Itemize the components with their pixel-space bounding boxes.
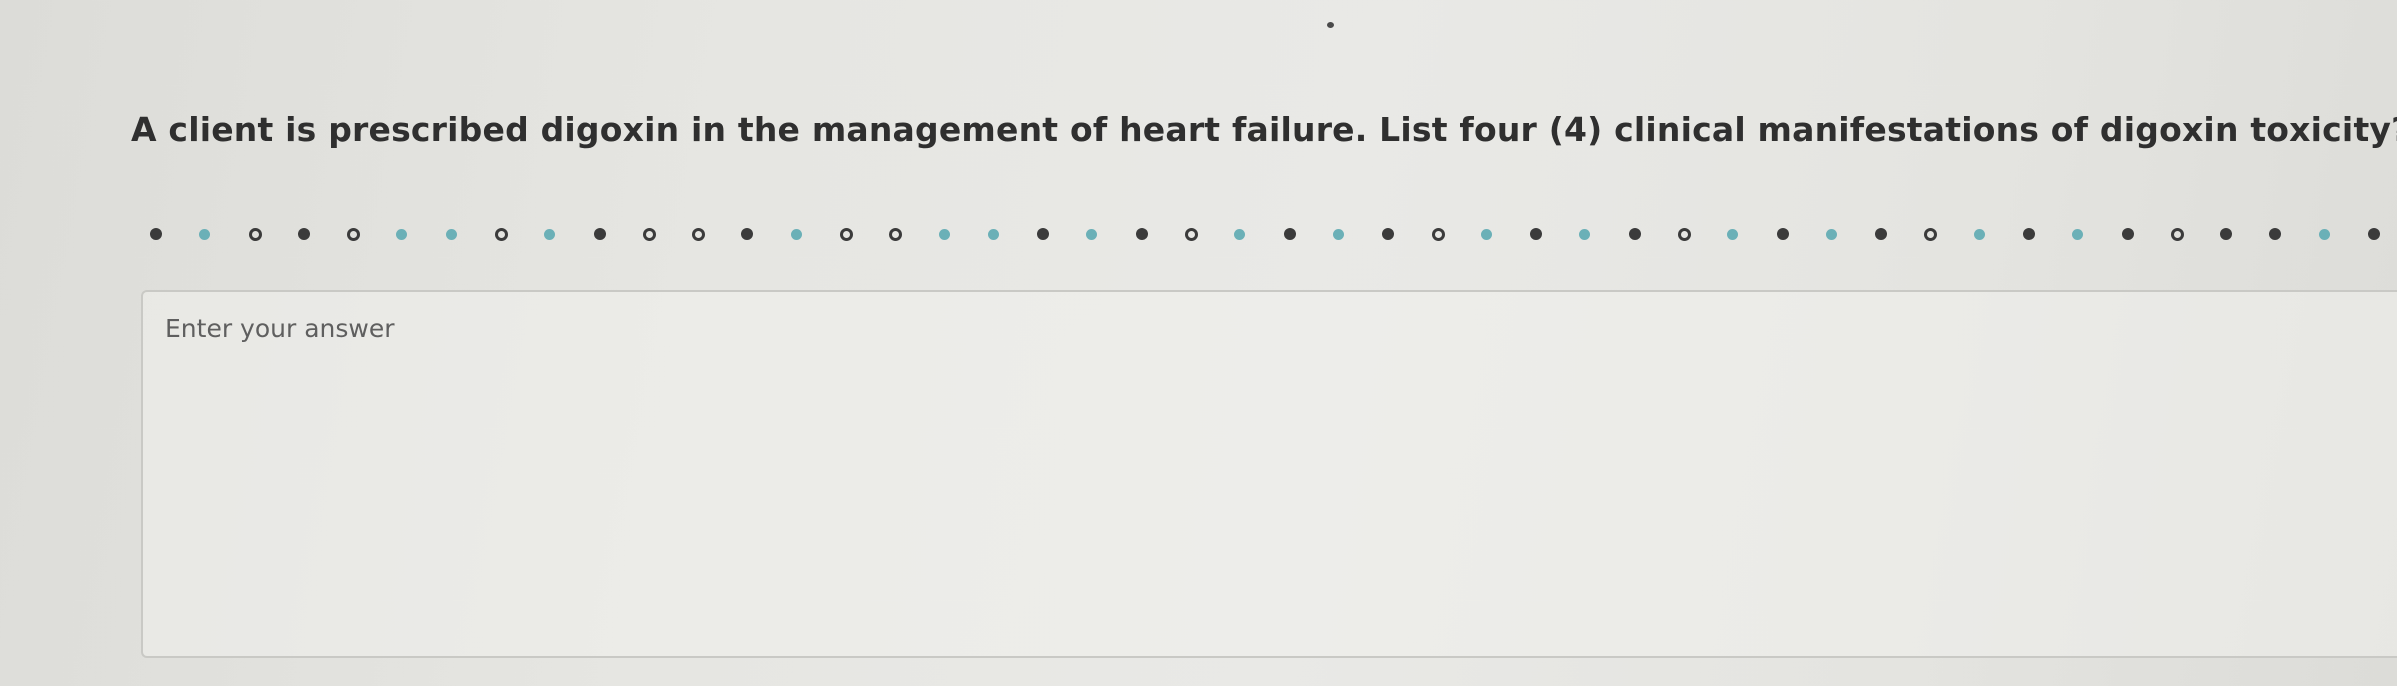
divider-dot (1629, 228, 1641, 240)
divider-dot (1974, 229, 1985, 240)
divider-dot (495, 228, 508, 241)
dotted-divider (150, 220, 2380, 248)
divider-dot (1481, 229, 1492, 240)
divider-dot (643, 228, 656, 241)
divider-dot (1875, 228, 1887, 240)
divider-dot (446, 229, 457, 240)
divider-dot (1530, 228, 1542, 240)
divider-dot (2122, 228, 2134, 240)
divider-dot (594, 228, 606, 240)
divider-dot (2269, 228, 2281, 240)
divider-dot (840, 228, 853, 241)
divider-dot (1382, 228, 1394, 240)
divider-dot (1826, 229, 1837, 240)
divider-dot (741, 228, 753, 240)
divider-dot (150, 228, 162, 240)
divider-dot (347, 228, 360, 241)
divider-dot (199, 229, 210, 240)
divider-dot (1037, 228, 1049, 240)
divider-dot (1924, 228, 1937, 241)
divider-dot (939, 229, 950, 240)
divider-dot (889, 228, 902, 241)
divider-dot (1727, 229, 1738, 240)
divider-dot (2072, 229, 2083, 240)
divider-dot (1777, 228, 1789, 240)
divider-dot (1678, 228, 1691, 241)
divider-dot (544, 229, 555, 240)
divider-dot (1284, 228, 1296, 240)
divider-dot (1136, 228, 1148, 240)
divider-dot (2220, 228, 2232, 240)
divider-dot (988, 229, 999, 240)
divider-dot (692, 228, 705, 241)
divider-dot (1185, 228, 1198, 241)
divider-dot (2171, 228, 2184, 241)
answer-input[interactable] (141, 290, 2397, 658)
divider-dot (249, 228, 262, 241)
divider-dot (791, 229, 802, 240)
divider-dot (1432, 228, 1445, 241)
divider-dot (1579, 229, 1590, 240)
divider-dot (2023, 228, 2035, 240)
divider-dot (396, 229, 407, 240)
divider-dot (298, 228, 310, 240)
divider-dot (2368, 228, 2380, 240)
divider-dot (1333, 229, 1344, 240)
divider-dot (1234, 229, 1245, 240)
stray-mark (1327, 22, 1334, 28)
divider-dot (1086, 229, 1097, 240)
question-text: A client is prescribed digoxin in the ma… (131, 110, 2397, 149)
divider-dot (2319, 229, 2330, 240)
